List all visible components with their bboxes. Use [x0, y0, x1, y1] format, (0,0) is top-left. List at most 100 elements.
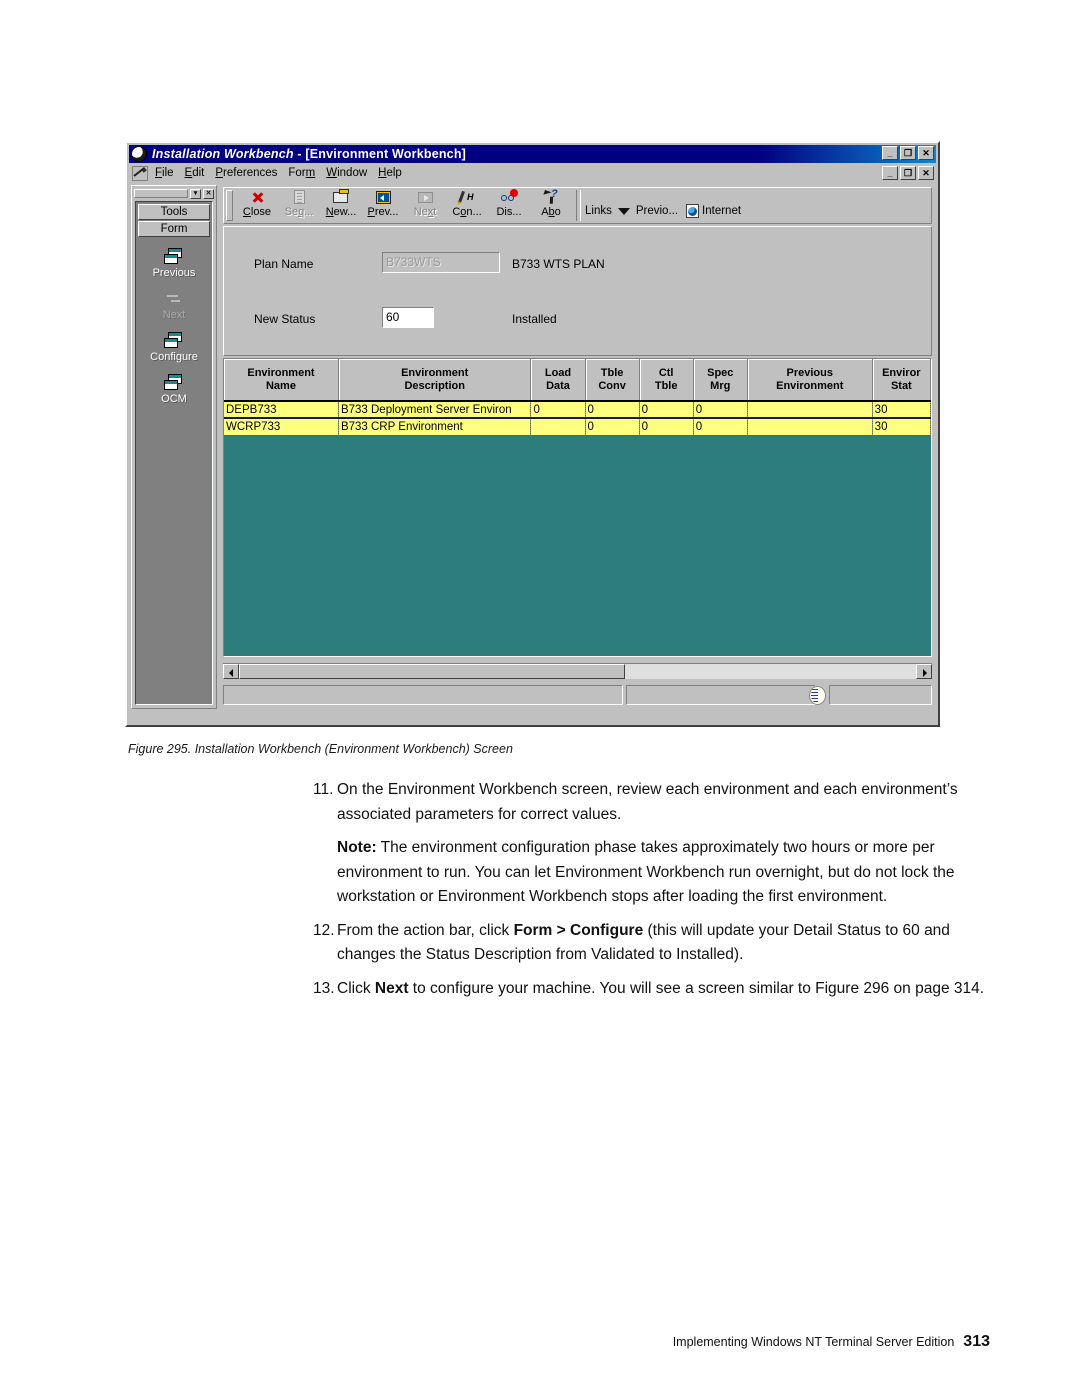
scrollbar-track[interactable]	[239, 664, 916, 679]
cell-load-data[interactable]: 0	[530, 401, 586, 419]
tools-panel-titlebar: ▾ ✕	[134, 188, 214, 199]
column-header-ctl-tble[interactable]: Ctl Tble	[639, 359, 694, 402]
tool-item-configure-label: Configure	[150, 351, 198, 363]
statusbar-end-cell	[829, 685, 932, 705]
cell-ctl-tble[interactable]: 0	[639, 401, 694, 419]
tool-item-previous[interactable]: Previous	[136, 248, 212, 279]
step-12-text: From the action bar, click Form > Config…	[337, 919, 985, 968]
toolbar-next-button[interactable]: Next	[404, 189, 446, 219]
arrow-icon	[164, 290, 184, 307]
pages-icon	[164, 248, 184, 265]
toolbar-dis-label: Dis...	[496, 206, 522, 218]
step-11-number: 11.	[313, 781, 334, 798]
environment-grid[interactable]: Environment Name Environment Description L…	[223, 358, 932, 657]
toolbar-drag-handle[interactable]	[226, 190, 233, 221]
step-13: 13. Click Next to configure your machine…	[313, 977, 985, 1002]
cell-environment-description[interactable]: B733 Deployment Server Environ	[338, 401, 532, 419]
mdi-minimize-button[interactable]: _	[882, 166, 898, 180]
cell-ctl-tble[interactable]: 0	[639, 418, 694, 436]
restore-button[interactable]: ❐	[900, 146, 916, 160]
cursor-help-icon: ?	[540, 189, 562, 206]
cell-environment-name[interactable]: WCRP733	[224, 418, 339, 436]
cell-spec-mrg[interactable]: 0	[693, 401, 748, 419]
menu-item-help[interactable]: Help	[378, 167, 402, 179]
step-13-number: 13.	[313, 979, 335, 997]
tools-panel-dropdown-button[interactable]: ▾	[190, 188, 201, 199]
menu-item-window[interactable]: Window	[326, 167, 367, 179]
menu-item-form[interactable]: Form	[288, 167, 315, 179]
statusbar-secondary-cell	[626, 685, 816, 705]
tools-panel: ▾ ✕ Tools Form Previous Next Configure O…	[131, 185, 217, 709]
page-footer: Implementing Windows NT Terminal Server …	[0, 1333, 1080, 1351]
tool-item-configure[interactable]: Configure	[136, 332, 212, 363]
toolbar-prev-label: Prev...	[367, 206, 399, 218]
links-label: Links	[585, 205, 612, 217]
new-status-field[interactable]: 60	[382, 307, 434, 328]
tools-panel-grip[interactable]	[134, 189, 188, 198]
minimize-button[interactable]: _	[882, 146, 898, 160]
menu-item-edit[interactable]: Edit	[185, 167, 205, 179]
plan-name-field[interactable]: B733WTS	[382, 252, 500, 273]
toolbar-about-button[interactable]: ? Abo	[530, 189, 572, 219]
statusbar	[223, 683, 932, 707]
column-header-previous-environment[interactable]: Previous Environment	[747, 359, 873, 402]
toolbar-close-button[interactable]: Close	[236, 189, 278, 219]
globe-icon	[131, 146, 147, 162]
step-12: 12. From the action bar, click Form > Co…	[313, 919, 985, 968]
column-header-tble-conv[interactable]: Tble Conv	[585, 359, 640, 402]
cell-environment-description[interactable]: B733 CRP Environment	[338, 418, 532, 436]
toolbar-seq-button[interactable]: Seq...	[278, 189, 320, 219]
scroll-right-button[interactable]	[916, 664, 932, 679]
toolbar-con-button[interactable]: H Con...	[446, 189, 488, 219]
cell-environment-status[interactable]: 30	[872, 401, 931, 419]
menu-item-file[interactable]: File	[155, 167, 174, 179]
column-header-environment-description[interactable]: Environment Description	[338, 359, 532, 402]
close-button[interactable]: ✕	[918, 146, 934, 160]
menu-item-preferences[interactable]: Preferences	[215, 167, 277, 179]
note-block: Note: The environment configuration phas…	[337, 836, 985, 910]
form-tab[interactable]: Form	[138, 221, 210, 237]
cell-environment-name[interactable]: DEPB733	[224, 401, 339, 419]
scroll-left-button[interactable]	[223, 664, 239, 679]
scrollbar-thumb[interactable]	[239, 664, 625, 679]
document-list-icon	[288, 189, 310, 206]
column-header-environment-status[interactable]: Enviror Stat	[872, 359, 931, 402]
pages-icon	[164, 332, 184, 349]
toolbar-dis-button[interactable]: Dis...	[488, 189, 530, 219]
mdi-restore-button[interactable]: ❐	[900, 166, 916, 180]
toolbar-prev-button[interactable]: Prev...	[362, 189, 404, 219]
tool-item-next[interactable]: Next	[136, 290, 212, 321]
cell-load-data[interactable]	[530, 418, 586, 436]
cell-previous-environment[interactable]	[747, 418, 873, 436]
links-previous-label[interactable]: Previo...	[636, 205, 678, 217]
cell-tble-conv[interactable]: 0	[585, 401, 640, 419]
step-11: 11. On the Environment Workbench screen,…	[313, 778, 985, 827]
cell-previous-environment[interactable]	[747, 401, 873, 419]
cell-environment-status[interactable]: 30	[872, 418, 931, 436]
caret-down-icon[interactable]	[617, 207, 630, 215]
table-body: DEPB733 B733 Deployment Server Environ 0…	[224, 401, 931, 436]
column-header-spec-mrg[interactable]: Spec Mrg	[693, 359, 748, 402]
tool-item-ocm[interactable]: OCM	[136, 374, 212, 405]
grid-horizontal-scrollbar[interactable]	[223, 663, 932, 679]
column-header-environment-name[interactable]: Environment Name	[224, 359, 339, 402]
table-row[interactable]: DEPB733 B733 Deployment Server Environ 0…	[224, 401, 931, 419]
column-header-load-data[interactable]: Load Data	[530, 359, 586, 402]
cell-spec-mrg[interactable]: 0	[693, 418, 748, 436]
mdi-close-button[interactable]: ✕	[918, 166, 934, 180]
footer-page-number: 313	[963, 1333, 990, 1350]
footer-text: Implementing Windows NT Terminal Server …	[672, 1335, 955, 1349]
cell-tble-conv[interactable]: 0	[585, 418, 640, 436]
tool-item-next-label: Next	[162, 309, 186, 321]
toolbar-seq-label: Seq...	[284, 206, 314, 218]
pages-icon	[164, 374, 184, 391]
plan-name-label: Plan Name	[254, 257, 314, 271]
toolbar-new-button[interactable]: New...	[320, 189, 362, 219]
instruction-steps: 11. On the Environment Workbench screen,…	[313, 778, 985, 1010]
window-title-document: - [Environment Workbench]	[293, 147, 467, 161]
links-internet-label[interactable]: Internet	[702, 205, 741, 217]
table-row[interactable]: WCRP733 B733 CRP Environment 0 0 0 30	[224, 418, 931, 436]
tools-panel-close-button[interactable]: ✕	[203, 188, 214, 199]
toolbar: Close Seq... New... Prev... Next H Con..…	[223, 187, 932, 224]
tools-tab[interactable]: Tools	[138, 204, 210, 220]
